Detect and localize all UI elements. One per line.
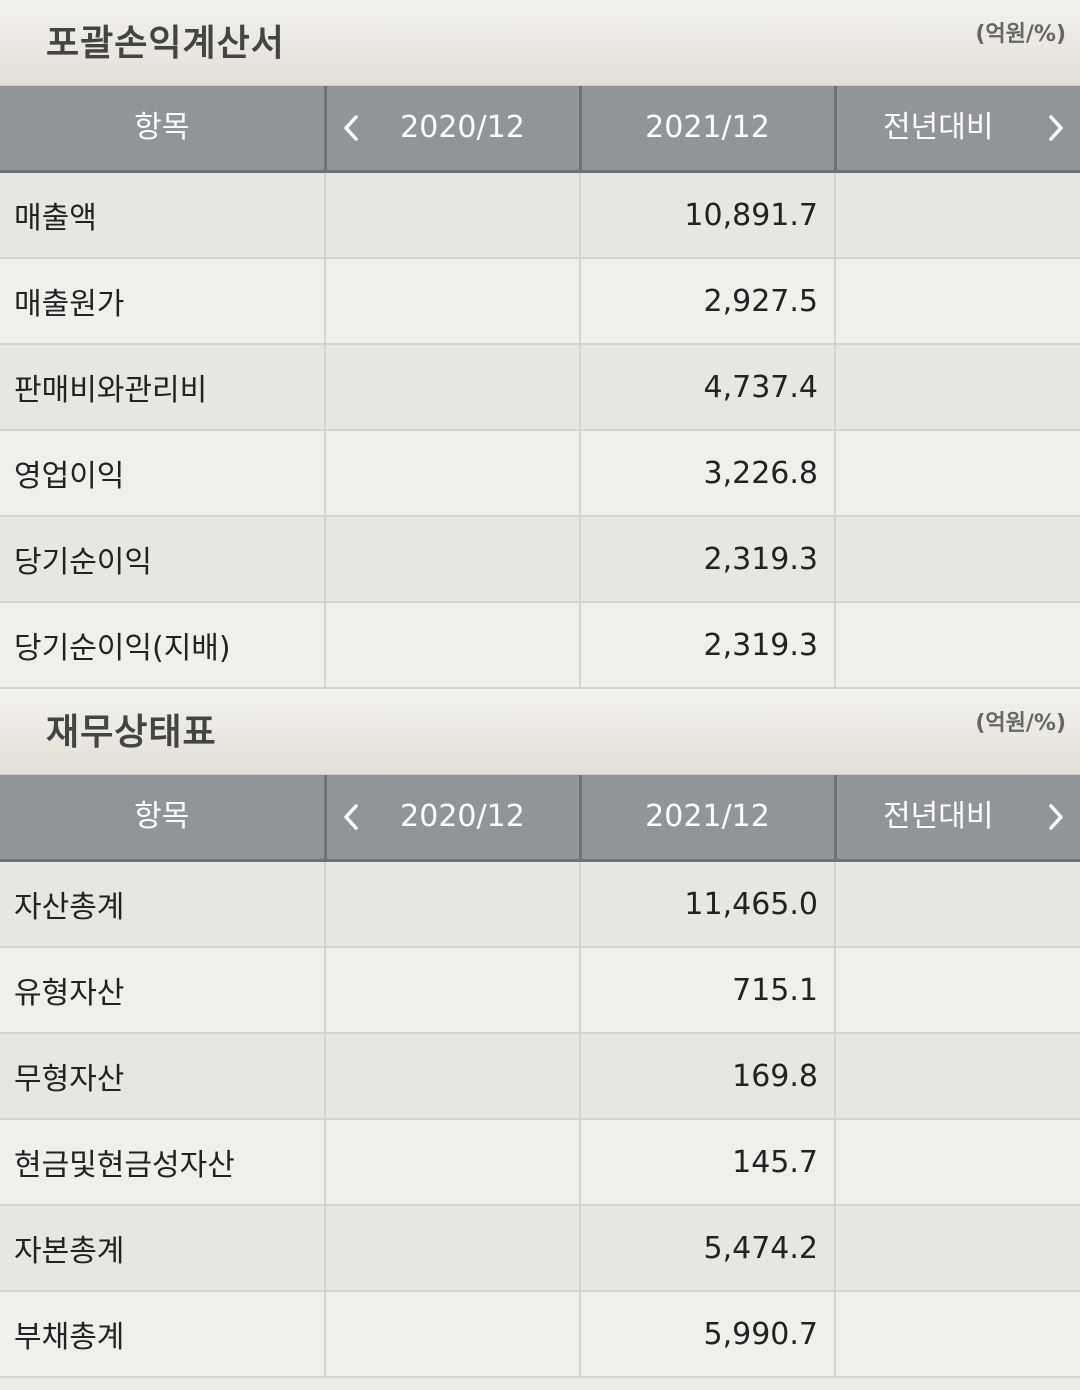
row-label: 당기순이익(지배) [0,602,326,689]
value-2020 [325,1291,581,1378]
value-yoy [835,947,1080,1034]
value-yoy [835,1291,1080,1378]
balance-header-row: 항목 2020/12 2021/12 전년대비 [0,775,1080,862]
table-row: 당기순이익(지배) 2,319.3 [0,602,1080,689]
value-2020 [325,516,581,603]
value-2020 [325,258,581,345]
value-yoy [835,1033,1080,1120]
value-2021: 5,474.2 [580,1205,836,1292]
value-2021: 4,737.4 [580,344,836,431]
value-2020 [325,1033,581,1120]
value-2020 [325,344,581,431]
column-header-item: 항목 [0,86,327,173]
row-label: 현금및현금성자산 [0,1119,326,1206]
value-yoy [835,516,1080,603]
row-label: 유형자산 [0,947,326,1034]
chevron-right-icon[interactable] [1036,775,1076,859]
table-row: 자본총계 5,474.2 [0,1205,1080,1292]
income-section-header: 포괄손익계산서 (억원/%) [0,0,1080,86]
row-label: 당기순이익 [0,516,326,603]
balance-section-header: 재무상태표 (억원/%) [0,689,1080,775]
value-yoy [835,1205,1080,1292]
value-yoy [835,430,1080,517]
row-label: 매출액 [0,171,326,259]
column-header-2020: 2020/12 [325,775,582,862]
chevron-right-icon[interactable] [1036,86,1076,170]
row-label: 매출원가 [0,258,326,345]
column-header-yoy: 전년대비 [835,775,1080,862]
column-header-yoy: 전년대비 [835,86,1080,173]
value-2021: 2,319.3 [580,516,836,603]
row-label: 자산총계 [0,860,326,948]
value-2020 [325,1205,581,1292]
income-section-title: 포괄손익계산서 [46,23,285,64]
value-2020 [325,1119,581,1206]
column-header-2020: 2020/12 [325,86,582,173]
table-row: 부채총계 5,990.7 [0,1291,1080,1378]
income-header-row: 항목 2020/12 2021/12 전년대비 [0,86,1080,173]
value-2021: 715.1 [580,947,836,1034]
value-2020 [325,430,581,517]
table-row: 판매비와관리비 4,737.4 [0,344,1080,431]
column-header-item: 항목 [0,775,327,862]
value-yoy [835,602,1080,689]
balance-section-title: 재무상태표 [46,712,217,753]
value-2020 [325,602,581,689]
value-2021: 2,927.5 [580,258,836,345]
value-2021: 11,465.0 [580,860,836,948]
row-label: 자본총계 [0,1205,326,1292]
value-2021: 2,319.3 [580,602,836,689]
table-row: 당기순이익 2,319.3 [0,516,1080,603]
value-yoy [835,344,1080,431]
value-yoy [835,171,1080,259]
chevron-left-icon[interactable] [331,775,371,859]
value-2020 [325,947,581,1034]
table-row: 매출원가 2,927.5 [0,258,1080,345]
table-row: 자산총계 11,465.0 [0,860,1080,948]
value-2020 [325,860,581,948]
balance-unit-label: (억원/%) [975,711,1066,736]
table-row: 현금및현금성자산 145.7 [0,1119,1080,1206]
value-2021: 10,891.7 [580,171,836,259]
value-2021: 3,226.8 [580,430,836,517]
row-label: 판매비와관리비 [0,344,326,431]
value-yoy [835,860,1080,948]
column-header-2021: 2021/12 [580,775,837,862]
table-row: 유형자산 715.1 [0,947,1080,1034]
value-yoy [835,1119,1080,1206]
column-header-2021: 2021/12 [580,86,837,173]
table-row: 영업이익 3,226.8 [0,430,1080,517]
chevron-left-icon[interactable] [331,86,371,170]
table-row: 무형자산 169.8 [0,1033,1080,1120]
value-yoy [835,258,1080,345]
income-unit-label: (억원/%) [975,22,1066,47]
value-2021: 169.8 [580,1033,836,1120]
value-2021: 145.7 [580,1119,836,1206]
table-row: 매출액 10,891.7 [0,171,1080,259]
row-label: 부채총계 [0,1291,326,1378]
row-label: 무형자산 [0,1033,326,1120]
value-2021: 5,990.7 [580,1291,836,1378]
value-2020 [325,171,581,259]
income-table: 항목 2020/12 2021/12 전년대비 매출액 10,891.7 매출원… [0,86,1080,689]
balance-table: 항목 2020/12 2021/12 전년대비 자산총계 11,465.0 유형… [0,775,1080,1378]
row-label: 영업이익 [0,430,326,517]
